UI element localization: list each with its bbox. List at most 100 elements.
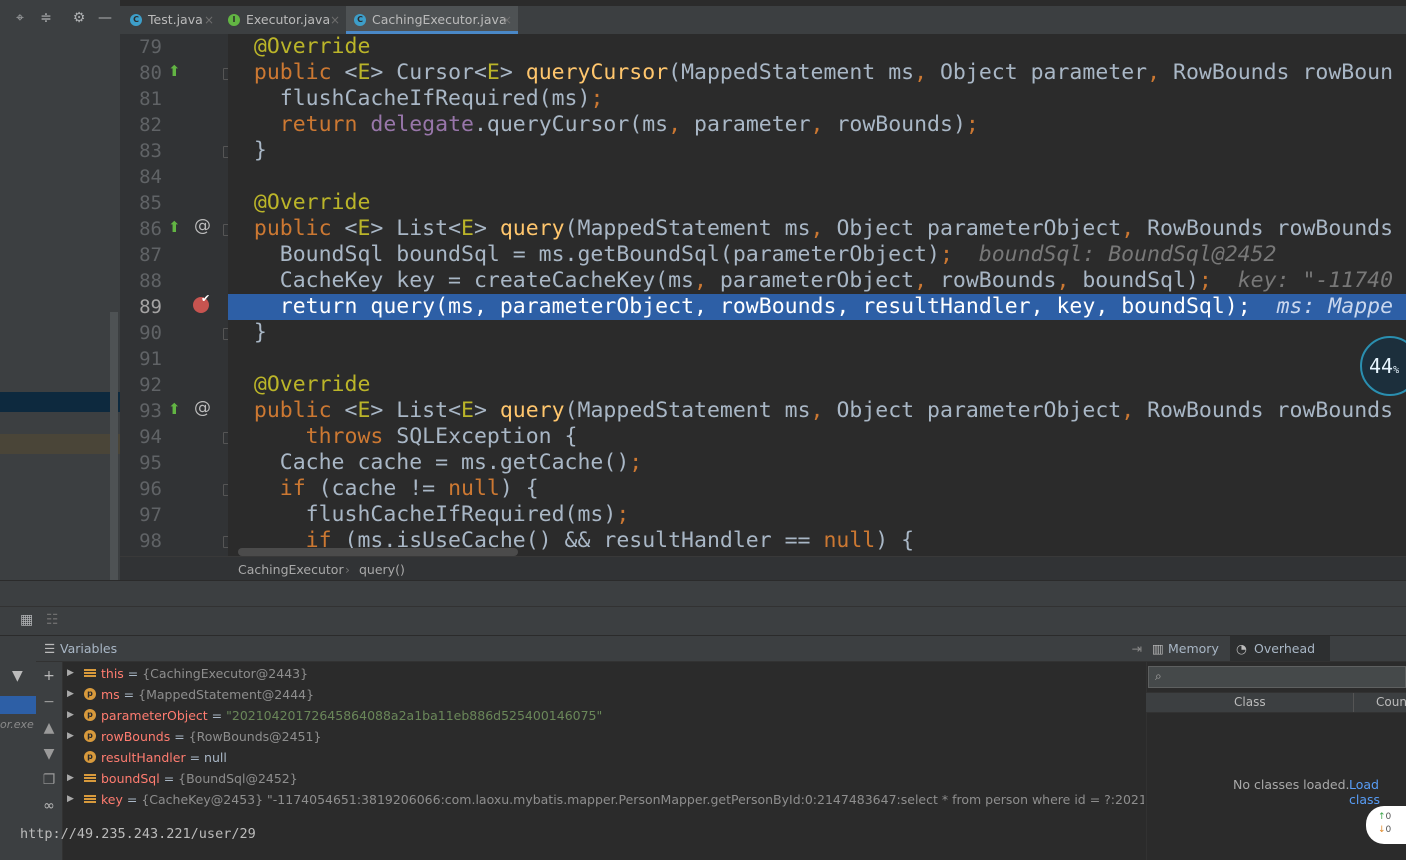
code-token: , bbox=[1030, 294, 1044, 319]
annotation-icon[interactable]: @ bbox=[194, 216, 211, 236]
code-line[interactable]: return delegate.queryCursor(ms, paramete… bbox=[228, 112, 1406, 138]
code-line[interactable]: public <E> Cursor<E> queryCursor(MappedS… bbox=[228, 60, 1406, 86]
code-token: Object parameter bbox=[927, 60, 1148, 85]
code-line[interactable]: CacheKey key = createCacheKey(ms, parame… bbox=[228, 268, 1406, 294]
copy-icon[interactable]: ❐ bbox=[41, 772, 57, 788]
code-line[interactable]: @Override bbox=[228, 372, 1406, 398]
code-token: RowBounds rowBoun bbox=[1160, 60, 1394, 85]
expand-arrow-icon[interactable]: ▶ bbox=[67, 768, 74, 789]
code-line[interactable]: public <E> List<E> query(MappedStatement… bbox=[228, 216, 1406, 242]
code-line[interactable]: throws SQLException { bbox=[228, 424, 1406, 450]
code-line[interactable]: } bbox=[228, 138, 1406, 164]
expand-arrow-icon[interactable]: ▶ bbox=[67, 684, 74, 705]
code-token: query bbox=[499, 398, 565, 423]
code-token: , bbox=[694, 294, 707, 319]
variable-row[interactable]: ▶ this = {CachingExecutor@2443} bbox=[62, 663, 1144, 684]
equals-sign: = bbox=[185, 750, 205, 765]
variable-row[interactable]: ▶ p ms = {MappedStatement@2444} bbox=[62, 684, 1144, 705]
tab-caching-executor-java[interactable]: C CachingExecutor.java × bbox=[346, 6, 518, 34]
code-line[interactable] bbox=[228, 164, 1406, 190]
equals-sign: = bbox=[123, 666, 143, 681]
variable-row[interactable]: ▶ p rowBounds = {RowBounds@2451} bbox=[62, 726, 1144, 747]
move-up-icon[interactable]: ▲ bbox=[41, 720, 57, 736]
code-line[interactable]: flushCacheIfRequired(ms); bbox=[228, 86, 1406, 112]
close-icon[interactable]: × bbox=[204, 6, 214, 34]
add-watch-icon[interactable]: + bbox=[41, 668, 57, 684]
class-file-icon: C bbox=[130, 14, 142, 26]
code-line[interactable]: } bbox=[228, 320, 1406, 346]
expand-arrow-icon[interactable]: ▶ bbox=[67, 789, 74, 810]
column-divider bbox=[1353, 693, 1354, 712]
code-line[interactable]: public <E> List<E> query(MappedStatement… bbox=[228, 398, 1406, 424]
variable-name: key bbox=[101, 792, 123, 807]
pin-icon[interactable]: ⇥ bbox=[1132, 636, 1142, 661]
remove-watch-icon[interactable]: − bbox=[41, 694, 57, 710]
crosshair-icon[interactable]: ⌖ bbox=[12, 10, 28, 26]
editor-hscrollbar[interactable] bbox=[238, 548, 518, 556]
code-line[interactable]: BoundSql boundSql = ms.getBoundSql(param… bbox=[228, 242, 1406, 268]
code-line[interactable]: @Override bbox=[228, 34, 1406, 60]
move-down-icon[interactable]: ▼ bbox=[41, 746, 57, 762]
tab-executor-java[interactable]: I Executor.java × bbox=[220, 6, 346, 34]
implements-icon[interactable]: ⬆ bbox=[168, 400, 181, 418]
code-token: , bbox=[914, 60, 928, 85]
code-token: query(ms bbox=[357, 294, 474, 319]
code-token: CacheKey key = createCacheKey(ms bbox=[228, 268, 694, 293]
frame-selected[interactable] bbox=[0, 696, 36, 714]
parameter-icon: p bbox=[84, 688, 96, 700]
line-number: 91 bbox=[139, 348, 162, 370]
overhead-tab-bg[interactable]: ◔ Overhead bbox=[1230, 636, 1330, 661]
variable-row[interactable]: ▶ key = {CacheKey@2453} "-1174054651:3819… bbox=[62, 789, 1144, 810]
layout-icon[interactable]: ☷ bbox=[46, 612, 59, 628]
variables-title: Variables bbox=[60, 641, 118, 656]
close-icon[interactable]: × bbox=[330, 6, 340, 34]
code-token: if bbox=[279, 476, 306, 501]
tab-test-java[interactable]: C Test.java × bbox=[122, 6, 220, 34]
load-classes-link[interactable]: Load class bbox=[1349, 777, 1406, 807]
glasses-icon[interactable]: ∞ bbox=[41, 798, 57, 814]
project-row-highlight[interactable] bbox=[0, 434, 120, 454]
variable-row[interactable]: ▶ p parameterObject = "2021042017264586408… bbox=[62, 705, 1144, 726]
code-line[interactable] bbox=[228, 346, 1406, 372]
code-line[interactable]: Cache cache = ms.getCache(); bbox=[228, 450, 1406, 476]
code-token: parameterObject bbox=[486, 294, 695, 319]
class-column[interactable]: Class bbox=[1234, 693, 1266, 712]
filter-icon[interactable]: ▼ bbox=[12, 668, 23, 684]
variable-value: {CachingExecutor@2443} bbox=[142, 666, 309, 681]
code-line[interactable]: @Override bbox=[228, 190, 1406, 216]
collapse-icon[interactable]: ≑ bbox=[38, 10, 54, 26]
code-token: , bbox=[1147, 60, 1161, 85]
gear-icon[interactable]: ⚙ bbox=[71, 10, 87, 26]
upload-icon: ↑ bbox=[1378, 812, 1386, 822]
line-number: 82 bbox=[139, 114, 162, 136]
code-line[interactable]: if (cache != null) { bbox=[228, 476, 1406, 502]
expand-arrow-icon[interactable]: ▶ bbox=[67, 663, 74, 684]
count-column[interactable]: Coun bbox=[1376, 693, 1406, 712]
code-token: flushCacheIfRequired(ms) bbox=[228, 502, 617, 527]
current-execution-line[interactable]: return query(ms, parameterObject, rowBou… bbox=[228, 294, 1406, 320]
table-icon[interactable]: ▦ bbox=[20, 612, 33, 628]
close-icon[interactable]: × bbox=[502, 6, 512, 34]
code-token: , bbox=[836, 294, 850, 319]
class-search-input[interactable]: ⌕ bbox=[1148, 666, 1406, 688]
editor-gutter: 79 80 81 82 83 84 85 86 87 88 89 90 91 92 93 94 95 96 97 98… bbox=[120, 34, 233, 556]
implements-icon[interactable]: ⬆ bbox=[168, 62, 181, 80]
project-selected-row[interactable] bbox=[0, 392, 120, 412]
code-token: parameter bbox=[681, 112, 811, 137]
code-line[interactable]: flushCacheIfRequired(ms); bbox=[228, 502, 1406, 528]
variable-row[interactable]: ▶ boundSql = {BoundSql@2452} bbox=[62, 768, 1144, 789]
expand-arrow-icon[interactable]: ▶ bbox=[67, 705, 74, 726]
variable-row[interactable]: p resultHandler = null bbox=[62, 747, 1144, 768]
project-scrollbar[interactable] bbox=[110, 312, 118, 580]
project-panel: ⌖ ≑ ⚙ — bbox=[0, 0, 120, 580]
frame-label[interactable]: or.exe bbox=[0, 718, 34, 731]
minimize-icon[interactable]: — bbox=[97, 10, 113, 26]
expand-arrow-icon[interactable]: ▶ bbox=[67, 726, 74, 747]
memory-tab[interactable]: Memory bbox=[1168, 636, 1219, 661]
overhead-tab[interactable]: Overhead bbox=[1254, 636, 1315, 661]
annotation-icon[interactable]: @ bbox=[194, 398, 211, 418]
code-token: , bbox=[668, 112, 682, 137]
implements-icon[interactable]: ⬆ bbox=[168, 218, 181, 236]
code-editor[interactable]: @Override public <E> Cursor<E> queryCurs… bbox=[228, 34, 1406, 556]
